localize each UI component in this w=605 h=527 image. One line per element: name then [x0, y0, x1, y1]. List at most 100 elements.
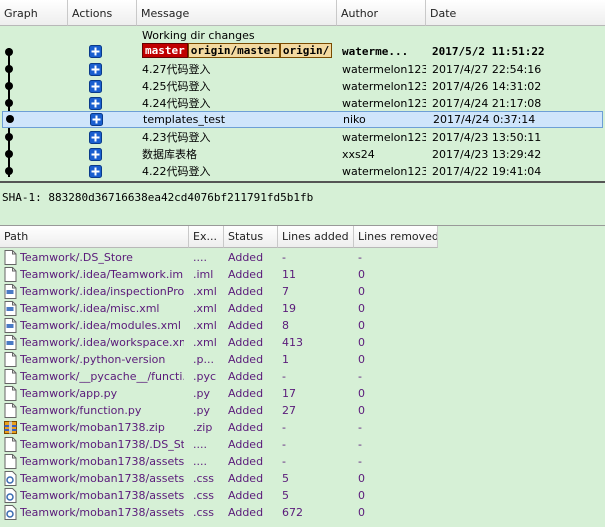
commit-date: 2017/4/22 19:41:04: [432, 165, 542, 178]
file-row[interactable]: Teamwork/moban1738/assets/... .css Added 67…: [0, 504, 605, 521]
lines-added: 672: [282, 506, 303, 519]
lines-removed: 0: [358, 268, 365, 281]
commit-action-icon[interactable]: [89, 63, 102, 76]
file-path: Teamwork/moban1738/assets/...: [20, 506, 184, 519]
file-row[interactable]: Teamwork/moban1738/assets/....... Added - -: [0, 453, 605, 470]
column-header-graph[interactable]: Graph: [0, 0, 68, 26]
file-row[interactable]: Teamwork/moban1738.zip .zip Added - -: [0, 419, 605, 436]
file-icon: [4, 369, 17, 384]
commit-message: 4.22代码登入: [142, 165, 211, 178]
column-header-author[interactable]: Author: [337, 0, 426, 26]
commit-row[interactable]: 4.25代码登入 watermelon123 2017/4/26 14:31:02: [0, 78, 605, 95]
file-row[interactable]: Teamwork/.python-version .p... Added 1 0: [0, 351, 605, 368]
commit-date: 2017/4/24 21:17:08: [432, 97, 542, 110]
column-header-lines-added[interactable]: Lines added: [278, 226, 354, 248]
file-row[interactable]: Teamwork/moban1738/.DS_St....... Added - -: [0, 436, 605, 453]
file-row[interactable]: Teamwork/.idea/modules.xml .xml Added 8 0: [0, 317, 605, 334]
commit-author: waterme...: [342, 45, 409, 58]
column-header-date[interactable]: Date: [426, 0, 605, 26]
commit-sha[interactable]: SHA-1: 883280d36716638ea42cd4076bf211791…: [2, 191, 313, 204]
sha-bar: SHA-1: 883280d36716638ea42cd4076bf211791…: [0, 181, 605, 225]
file-path: Teamwork/.idea/misc.xml: [20, 302, 160, 315]
css-file-icon: [4, 488, 17, 503]
lines-removed: 0: [358, 404, 365, 417]
file-row[interactable]: Teamwork/moban1738/assets/... .css Added 5 0: [0, 470, 605, 487]
css-file-icon: [4, 505, 17, 520]
branch-label-origin-master[interactable]: origin/master: [187, 43, 280, 58]
commit-author: watermelon123: [342, 80, 426, 93]
commit-action-icon[interactable]: [90, 113, 103, 126]
file-path: Teamwork/function.py: [20, 404, 142, 417]
file-row[interactable]: Teamwork/.DS_Store.... Added - -: [0, 249, 605, 266]
file-extension: .css: [193, 489, 215, 502]
zip-archive-icon: [4, 421, 17, 434]
graph-commit-dot: [5, 82, 13, 90]
file-row[interactable]: Teamwork/.idea/workspace.xml .xml Added 413…: [0, 334, 605, 351]
column-header-extension[interactable]: Ex...: [189, 226, 224, 248]
lines-added: -: [282, 370, 286, 383]
commit-row-head[interactable]: master origin/master origin/ waterme... 20…: [0, 42, 605, 61]
file-row[interactable]: Teamwork/app.py .py Added 17 0: [0, 385, 605, 402]
lines-added: 5: [282, 489, 289, 502]
commit-author: watermelon123: [342, 165, 426, 178]
file-status: Added: [228, 285, 264, 298]
file-row[interactable]: Teamwork/.idea/Teamwork.iml .iml Added 11 0: [0, 266, 605, 283]
commit-action-icon[interactable]: [89, 131, 102, 144]
commit-date: 2017/4/26 14:31:02: [432, 80, 542, 93]
file-row[interactable]: Teamwork/__pycache__/functi... .pyc Added -…: [0, 368, 605, 385]
column-header-actions[interactable]: Actions: [68, 0, 137, 26]
commit-author: watermelon123: [342, 63, 426, 76]
lines-removed: 0: [358, 387, 365, 400]
graph-commit-dot: [5, 150, 13, 158]
lines-removed: -: [358, 421, 362, 434]
graph-commit-dot: [5, 48, 13, 56]
column-header-path[interactable]: Path: [0, 226, 189, 248]
file-extension: .pyc: [193, 370, 217, 383]
commit-action-icon[interactable]: [89, 165, 102, 178]
changed-files-pane: Path Ex... Status Lines added Lines remo…: [0, 225, 605, 527]
branch-label-master[interactable]: master: [142, 43, 188, 58]
commit-action-icon[interactable]: [89, 80, 102, 93]
commit-action-icon[interactable]: [89, 97, 102, 110]
column-header-lines-removed[interactable]: Lines removed: [354, 226, 438, 248]
file-path: Teamwork/moban1738.zip: [20, 421, 165, 434]
file-status: Added: [228, 319, 264, 332]
file-status: Added: [228, 251, 264, 264]
lines-added: 7: [282, 285, 289, 298]
commit-row[interactable]: templates_test niko 2017/4/24 0:37:14: [2, 111, 603, 128]
commit-row[interactable]: 4.24代码登入 watermelon123 2017/4/24 21:17:08: [0, 95, 605, 112]
column-header-message[interactable]: Message: [137, 0, 337, 26]
lines-removed: -: [358, 370, 362, 383]
file-path: Teamwork/app.py: [20, 387, 118, 400]
file-row[interactable]: Teamwork/function.py .py Added 27 0: [0, 402, 605, 419]
lines-removed: 0: [358, 336, 365, 349]
file-row[interactable]: Teamwork/.idea/inspectionProf... .xml Adde…: [0, 283, 605, 300]
commit-row[interactable]: 数据库表格 xxs24 2017/4/23 13:29:42: [0, 146, 605, 163]
file-status: Added: [228, 421, 264, 434]
commit-row[interactable]: 4.23代码登入 watermelon123 2017/4/23 13:50:11: [0, 129, 605, 146]
xml-file-icon: [4, 301, 17, 316]
lines-removed: -: [358, 251, 362, 264]
lines-removed: 0: [358, 472, 365, 485]
lines-removed: -: [358, 438, 362, 451]
commit-row[interactable]: 4.22代码登入 watermelon123 2017/4/22 19:41:04: [0, 163, 605, 180]
commit-row[interactable]: 4.27代码登入 watermelon123 2017/4/27 22:54:16: [0, 61, 605, 78]
file-path: Teamwork/.idea/workspace.xml: [20, 336, 184, 349]
commit-author: xxs24: [342, 148, 375, 161]
commit-action-icon[interactable]: [89, 45, 102, 58]
column-header-status[interactable]: Status: [224, 226, 278, 248]
file-row[interactable]: Teamwork/.idea/misc.xml .xml Added 19 0: [0, 300, 605, 317]
file-status: Added: [228, 404, 264, 417]
file-icon: [4, 267, 17, 282]
commit-action-icon[interactable]: [89, 148, 102, 161]
file-icon: [4, 403, 17, 418]
commit-date: 2017/5/2 11:51:22: [432, 45, 545, 58]
lines-added: 17: [282, 387, 296, 400]
lines-added: -: [282, 455, 286, 468]
commit-log-pane: Graph Actions Message Author Date Workin…: [0, 0, 605, 181]
file-status: Added: [228, 489, 264, 502]
file-path: Teamwork/.idea/Teamwork.iml: [20, 268, 184, 281]
branch-label-origin[interactable]: origin/: [279, 43, 333, 58]
file-row[interactable]: Teamwork/moban1738/assets/... .css Added 5 0: [0, 487, 605, 504]
commit-date: 2017/4/27 22:54:16: [432, 63, 542, 76]
